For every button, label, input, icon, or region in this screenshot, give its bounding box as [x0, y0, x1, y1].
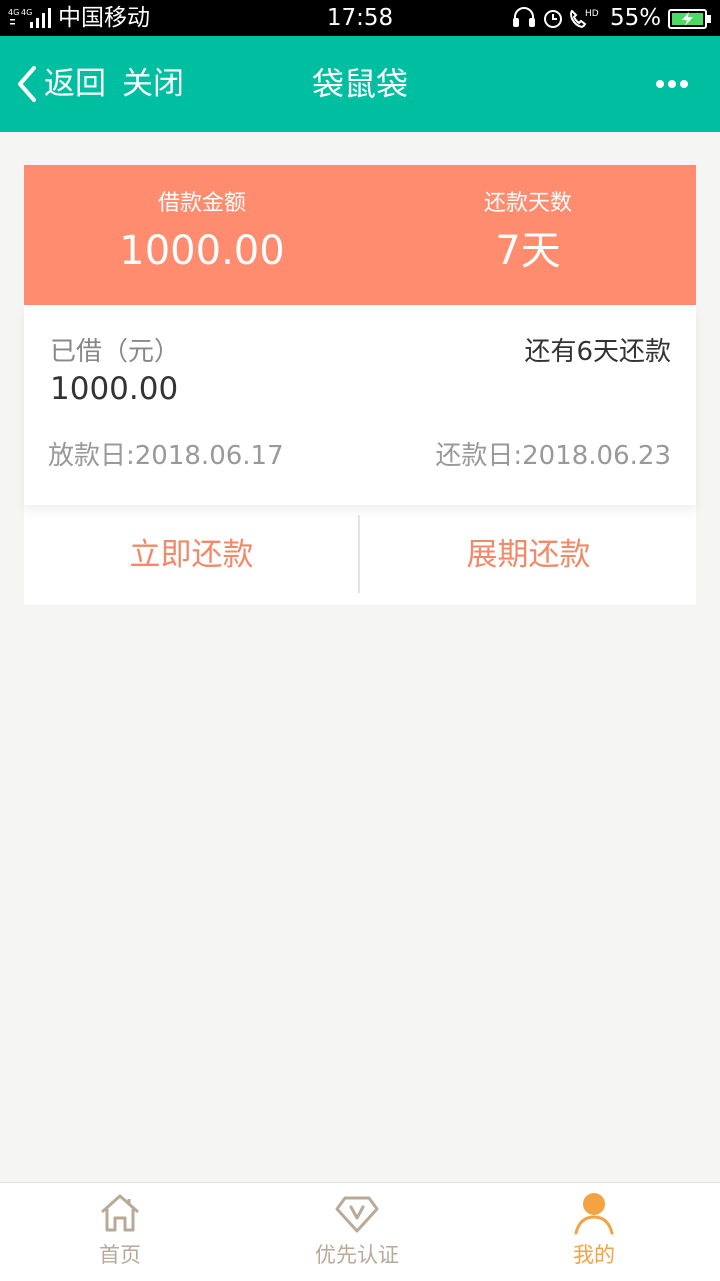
tab-bar: 首页 优先认证 我的: [0, 1182, 720, 1281]
v-badge-icon: [335, 1196, 379, 1233]
loan-date: 放款日:2018.06.17: [48, 441, 284, 471]
loan-amount-block: 借款金额 1000.00: [34, 189, 370, 277]
repay-days-label: 还款天数: [483, 191, 572, 216]
home-icon: [101, 1194, 139, 1232]
close-button[interactable]: 关闭: [122, 64, 184, 104]
loan-amount-value: 1000.00: [119, 228, 285, 274]
user-icon: [574, 1193, 614, 1235]
card-actions: 立即还款 展期还款: [24, 505, 696, 605]
action-divider: [358, 515, 360, 593]
nav-bar: 返回 关闭 袋鼠袋: [0, 36, 720, 132]
remaining-days-text: 还有6天还款: [524, 337, 671, 367]
repay-days-block: 还款天数 7天: [360, 189, 696, 277]
battery-charging-icon: [668, 9, 711, 29]
page-title: 袋鼠袋: [311, 65, 408, 103]
repay-now-button[interactable]: 立即还款: [24, 505, 359, 605]
hd-call-icon: [570, 9, 587, 29]
tab-home[interactable]: 首页: [0, 1183, 240, 1281]
alarm-icon: [544, 10, 562, 28]
headset-icon: [513, 7, 535, 27]
back-button[interactable]: 返回: [44, 64, 106, 104]
tab-mine[interactable]: 我的: [474, 1183, 714, 1281]
repay-days-value: 7天: [495, 228, 561, 274]
loan-card: 借款金额 1000.00 还款天数 7天 已借（元） 1000.00 还有6天还…: [24, 165, 696, 605]
extend-repay-button[interactable]: 展期还款: [361, 505, 696, 605]
svg-text:HD: HD: [585, 9, 599, 19]
status-bar: 4G 4G 中国移动 17:58 HD 55%: [0, 0, 720, 36]
tab-priority-certification[interactable]: 优先认证: [237, 1183, 477, 1281]
battery-percent: 55%: [610, 5, 662, 31]
loan-amount-label: 借款金额: [157, 191, 246, 216]
more-icon[interactable]: [648, 66, 696, 102]
status-icons: HD: [513, 7, 599, 29]
chevron-left-icon[interactable]: [12, 64, 40, 104]
borrowed-amount: 1000.00: [50, 371, 179, 407]
tab-mine-label: 我的: [573, 1243, 615, 1267]
repay-date: 还款日:2018.06.23: [435, 441, 671, 471]
borrowed-label: 已借（元）: [50, 337, 181, 367]
loan-summary-header: 借款金额 1000.00 还款天数 7天: [24, 165, 696, 305]
tab-priority-certification-label: 优先认证: [315, 1243, 399, 1267]
loan-detail: 已借（元） 1000.00 还有6天还款 放款日:2018.06.17 还款日:…: [24, 305, 696, 505]
tab-home-label: 首页: [99, 1243, 141, 1267]
